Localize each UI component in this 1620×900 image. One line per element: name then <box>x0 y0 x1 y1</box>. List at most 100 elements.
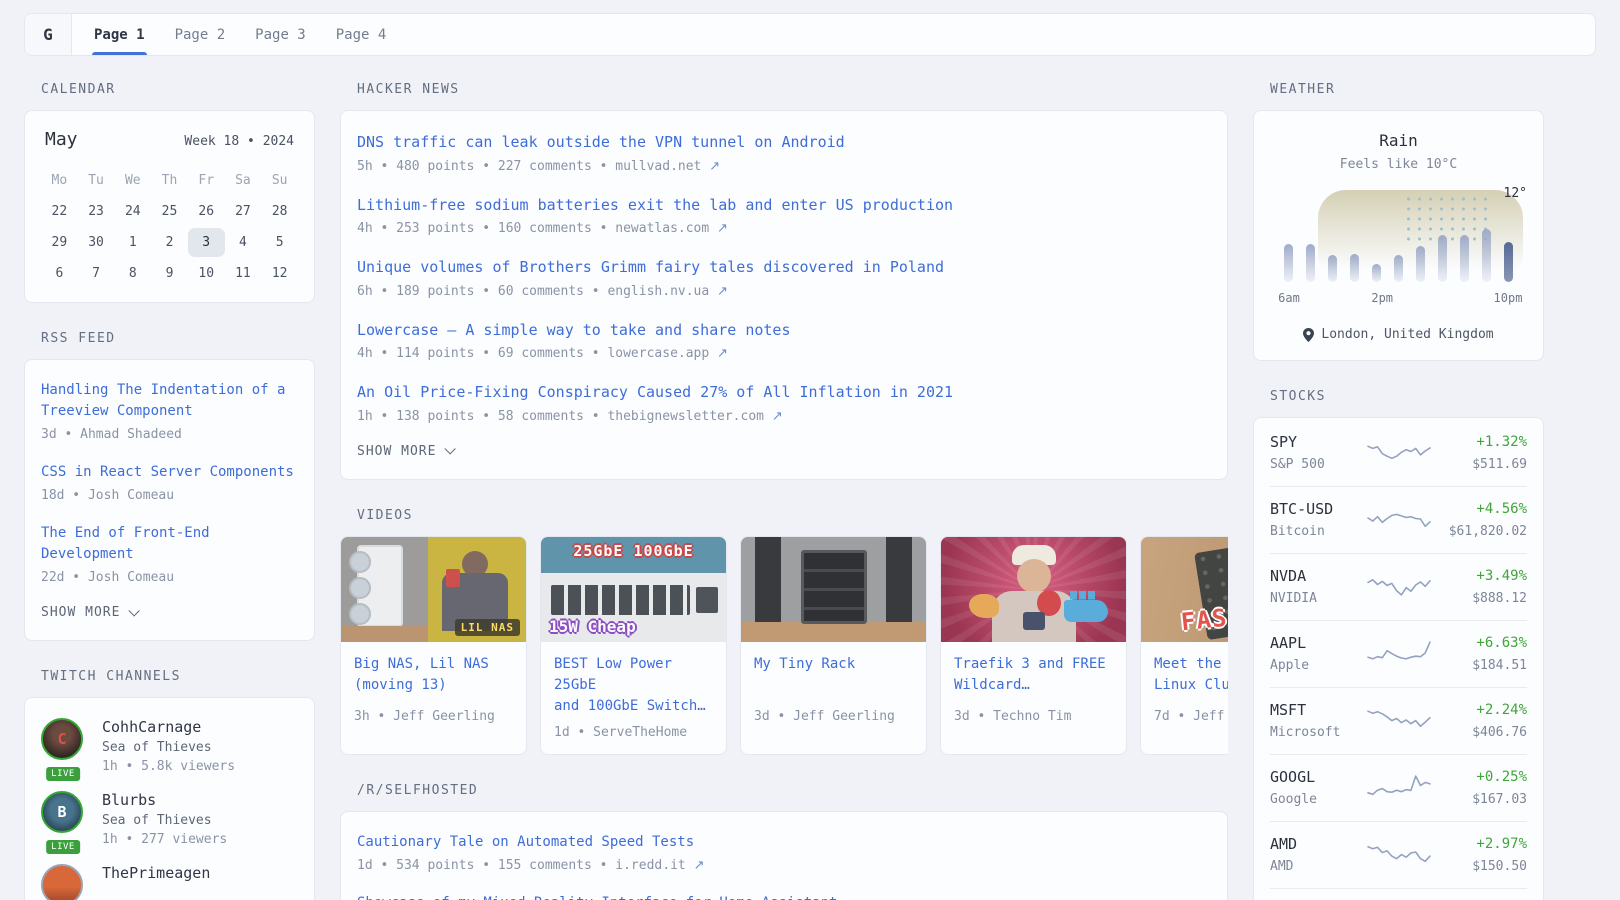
twitch-channel-row[interactable]: ThePrimeagen <box>41 864 298 900</box>
stock-sparkline <box>1366 568 1432 606</box>
video-card[interactable]: My Tiny Rack 3d • Jeff Geerling <box>740 536 927 755</box>
calendar-day-today: 3 <box>188 228 225 257</box>
hn-item-meta: 5h • 480 points • 227 comments • mullvad… <box>357 159 1211 174</box>
hacker-news-section-title: HACKER NEWS <box>357 82 1228 97</box>
top-nav: G Page 1 Page 2 Page 3 Page 4 <box>24 13 1596 56</box>
stocks-widget: SPYS&P 500 +1.32%$511.69 BTC-USDBitcoin … <box>1253 417 1544 900</box>
weather-bar <box>1306 244 1315 282</box>
video-card[interactable]: LIL NAS Big NAS, Lil NAS (moving 13) 3h … <box>340 536 527 755</box>
calendar-weekday: Su <box>261 166 298 195</box>
stock-row[interactable]: AAPLApple +6.63%$184.51 <box>1270 620 1527 687</box>
hn-show-more-button[interactable]: SHOW MORE <box>357 444 1211 459</box>
rss-item-link[interactable]: Handling The Indentation of a Treeview C… <box>41 380 298 422</box>
stock-symbol: AMD <box>1270 835 1366 853</box>
stock-price: $167.03 <box>1432 792 1528 807</box>
video-title[interactable]: Meet the Linux Clu <box>1154 654 1228 696</box>
stock-row[interactable]: GOOGLGoogle +0.25%$167.03 <box>1270 754 1527 821</box>
calendar-day: 29 <box>41 228 78 257</box>
calendar-grid: MoTuWeThFrSaSu22232425262728293012345678… <box>41 166 298 288</box>
stock-row[interactable]: AMDAMD +2.97%$150.50 <box>1270 821 1527 888</box>
hn-item-meta-text: 4h • 114 points • 69 comments • lowercas… <box>357 346 709 361</box>
calendar-weekday: We <box>114 166 151 195</box>
chevron-down-icon <box>445 443 456 454</box>
weather-bar <box>1416 246 1425 282</box>
hn-item-meta-text: 1h • 138 points • 58 comments • thebigne… <box>357 409 764 424</box>
rain-dots-pattern <box>1403 194 1489 242</box>
hn-item-meta: 4h • 114 points • 69 comments • lowercas… <box>357 346 1211 361</box>
rss-item: CSS in React Server Components 18d • Jos… <box>41 462 298 503</box>
video-meta: 3d • Jeff Geerling <box>754 701 913 724</box>
stock-symbol: MSFT <box>1270 701 1366 719</box>
twitch-channel-name: Blurbs <box>102 791 227 809</box>
thumbnail-caption: 15W Cheap <box>549 617 636 636</box>
hn-item-link[interactable]: DNS traffic can leak outside the VPN tun… <box>357 131 1211 154</box>
stock-row[interactable]: SPYS&P 500 +1.32%$511.69 <box>1270 420 1527 486</box>
stock-symbol: AAPL <box>1270 634 1366 652</box>
nav-tabs: Page 1 Page 2 Page 3 Page 4 <box>72 14 386 55</box>
calendar-day: 9 <box>151 259 188 288</box>
hn-item-meta: 6h • 189 points • 60 comments • english.… <box>357 284 1211 299</box>
weather-current-temp: 12° <box>1504 186 1527 201</box>
video-title[interactable]: My Tiny Rack <box>754 654 913 675</box>
hn-item-meta: 1h • 138 points • 58 comments • thebigne… <box>357 409 1211 424</box>
twitch-avatar <box>41 864 83 900</box>
rss-item-link[interactable]: The End of Front-End Development <box>41 523 298 565</box>
videos-row: LIL NAS Big NAS, Lil NAS (moving 13) 3h … <box>340 536 1228 755</box>
twitch-viewers: 1h • 5.8k viewers <box>102 759 235 774</box>
rss-item-meta: 22d • Josh Comeau <box>41 570 298 585</box>
twitch-section-title: TWITCH CHANNELS <box>41 669 315 684</box>
weather-bar <box>1372 264 1381 282</box>
video-card[interactable]: FAS Meet the Linux Clu 7d • Jeff Geerlin… <box>1140 536 1228 755</box>
hn-show-more-label: SHOW MORE <box>357 444 436 459</box>
reddit-widget: Cautionary Tale on Automated Speed Tests… <box>340 811 1228 900</box>
rss-item-meta: 3d • Ahmad Shadeed <box>41 427 298 442</box>
rss-show-more-button[interactable]: SHOW MORE <box>41 605 298 620</box>
tab-page-4[interactable]: Page 4 <box>336 14 387 55</box>
stock-change: +6.63% <box>1432 635 1528 651</box>
reddit-item: Showcase of my Mixed Reality Interface f… <box>357 893 1211 900</box>
video-title[interactable]: BEST Low Power 25GbE and 100GbE Switch… <box>554 654 713 717</box>
stock-name: AMD <box>1270 859 1366 874</box>
calendar-day: 1 <box>114 228 151 257</box>
stock-row[interactable]: NVDANVIDIA +3.49%$888.12 <box>1270 553 1527 620</box>
calendar-day: 6 <box>41 259 78 288</box>
stocks-section-title: STOCKS <box>1270 389 1544 404</box>
stock-symbol: GOOGL <box>1270 768 1366 786</box>
hn-item-link[interactable]: Lowercase – A simple way to take and sha… <box>357 319 1211 342</box>
stock-price: $150.50 <box>1432 859 1528 874</box>
calendar-day: 28 <box>261 197 298 226</box>
weather-bar <box>1460 235 1469 282</box>
time-label: 6am <box>1278 291 1300 305</box>
external-link-icon: ↗ <box>709 159 720 174</box>
stock-name: Microsoft <box>1270 725 1366 740</box>
hn-item-link[interactable]: An Oil Price-Fixing Conspiracy Caused 27… <box>357 381 1211 404</box>
calendar-day: 8 <box>114 259 151 288</box>
tab-page-3[interactable]: Page 3 <box>255 14 306 55</box>
rss-item-link[interactable]: CSS in React Server Components <box>41 462 298 483</box>
twitch-channel-name: ThePrimeagen <box>102 864 210 882</box>
rss-show-more-label: SHOW MORE <box>41 605 120 620</box>
twitch-channel-row[interactable]: B LIVE Blurbs Sea of Thieves 1h • 277 vi… <box>41 791 298 847</box>
video-title[interactable]: Traefik 3 and FREE Wildcard… <box>954 654 1113 696</box>
stock-row[interactable]: BTC-USDBitcoin +4.56%$61,820.02 <box>1270 486 1527 553</box>
hn-item-meta-text: 5h • 480 points • 227 comments • mullvad… <box>357 159 701 174</box>
twitch-channel-row[interactable]: C LIVE CohhCarnage Sea of Thieves 1h • 5… <box>41 718 298 774</box>
calendar-weekday: Th <box>151 166 188 195</box>
rss-item: The End of Front-End Development 22d • J… <box>41 523 298 585</box>
video-card[interactable]: 25GbE 100GbE 15W Cheap BEST Low Power 25… <box>540 536 727 755</box>
hn-item-link[interactable]: Lithium-free sodium batteries exit the l… <box>357 194 1211 217</box>
stock-row[interactable]: RDDT -1.59% <box>1270 888 1527 900</box>
video-title[interactable]: Big NAS, Lil NAS (moving 13) <box>354 654 513 696</box>
stock-row[interactable]: MSFTMicrosoft +2.24%$406.76 <box>1270 687 1527 754</box>
hn-item: Unique volumes of Brothers Grimm fairy t… <box>357 256 1211 299</box>
app-logo[interactable]: G <box>25 14 72 55</box>
tab-page-2[interactable]: Page 2 <box>175 14 226 55</box>
external-link-icon: ↗ <box>694 858 705 873</box>
hacker-news-section: HACKER NEWS DNS traffic can leak outside… <box>340 82 1228 480</box>
stock-change: +2.24% <box>1432 702 1528 718</box>
reddit-item-link[interactable]: Cautionary Tale on Automated Speed Tests <box>357 832 1211 853</box>
reddit-item-link[interactable]: Showcase of my Mixed Reality Interface f… <box>357 893 1211 900</box>
hn-item-link[interactable]: Unique volumes of Brothers Grimm fairy t… <box>357 256 1211 279</box>
tab-page-1[interactable]: Page 1 <box>94 14 145 55</box>
video-card[interactable]: Traefik 3 and FREE Wildcard… 3d • Techno… <box>940 536 1127 755</box>
